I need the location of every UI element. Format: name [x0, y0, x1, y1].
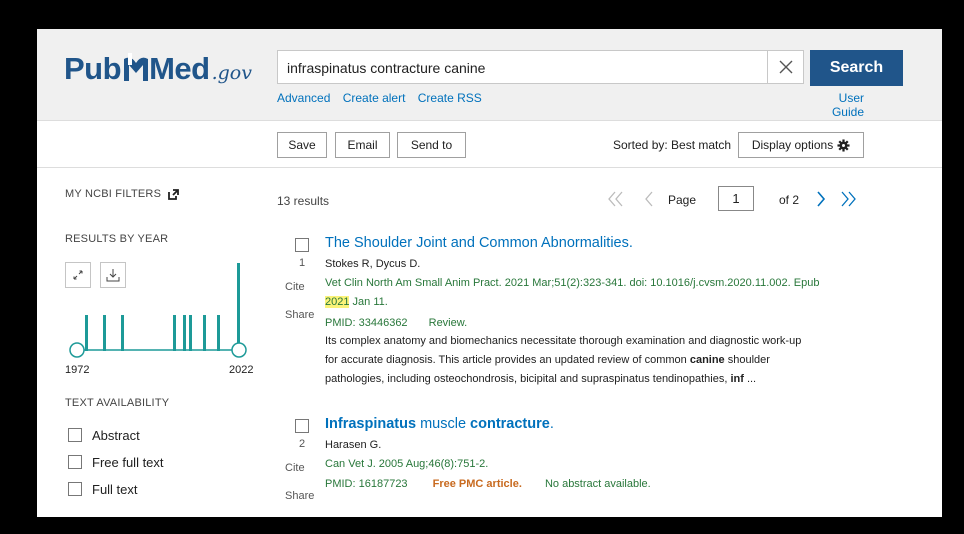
previous-page-icon[interactable] — [643, 190, 655, 208]
result-1-citation: Vet Clin North Am Small Anim Pract. 2021… — [325, 277, 820, 289]
results-toolbar: Save Email Send to Sorted by: Best match… — [37, 121, 942, 168]
display-options-button[interactable]: Display options — [738, 132, 864, 158]
email-button[interactable]: Email — [335, 132, 390, 158]
result-2-citation: Can Vet J. 2005 Aug;46(8):751-2. — [325, 458, 489, 470]
result-1-citation-date: Jan 11. — [349, 296, 388, 308]
header: Pub Med .gov infraspinatus contracture c… — [37, 29, 942, 121]
page-number-input[interactable]: 1 — [718, 186, 754, 211]
next-page-icon[interactable] — [815, 190, 827, 208]
search-bar: infraspinatus contracture canine Search — [277, 50, 903, 86]
clear-search-button[interactable] — [767, 50, 804, 84]
logo-gov: .gov — [211, 62, 252, 84]
gear-icon — [837, 138, 850, 152]
filter-free-full-text-label: Free full text — [92, 454, 164, 470]
my-ncbi-filters-label: MY NCBI FILTERS — [65, 188, 162, 200]
snippet-text: ... — [743, 373, 757, 385]
no-abstract-note: No abstract available. — [544, 478, 651, 490]
logo-pub: Pub — [64, 51, 122, 86]
title-text: . — [549, 416, 554, 432]
result-2-checkbox[interactable] — [295, 419, 309, 433]
filter-full-text-checkbox[interactable] — [68, 482, 82, 496]
result-1-type: Review. — [428, 317, 468, 329]
timeline-end-year: 2022 — [229, 364, 254, 376]
result-2-share-button[interactable]: Share — [285, 490, 314, 502]
result-2-pmid-line: PMID: 16187723 Free PMC article. No abst… — [325, 478, 651, 490]
search-links: Advanced Create alert Create RSS — [277, 91, 491, 105]
timeline-end-handle[interactable] — [231, 342, 247, 358]
display-options-label: Display options — [751, 138, 834, 152]
result-2-title[interactable]: Infraspinatus muscle contracture. — [325, 416, 554, 432]
result-1-snippet-line-3: pathologies, including osteochondrosis, … — [325, 370, 885, 389]
result-1-cite-button[interactable]: Cite — [285, 281, 305, 293]
result-1-citation-cont: 2021 Jan 11. — [325, 296, 388, 308]
results-by-year-timeline[interactable] — [65, 261, 255, 361]
result-2-cite-button[interactable]: Cite — [285, 462, 305, 474]
result-1-share-button[interactable]: Share — [285, 309, 314, 321]
result-2-pmid: PMID: 16187723 — [325, 478, 408, 490]
result-1-citation-highlight: 2021 — [325, 296, 350, 308]
logo-med: Med — [149, 51, 210, 86]
sort-label[interactable]: Sorted by: Best match — [613, 138, 731, 152]
logo-med-icon — [124, 53, 149, 81]
user-guide-link[interactable]: User Guide — [804, 91, 864, 119]
pubmed-logo[interactable]: Pub Med .gov — [64, 49, 252, 89]
create-alert-link[interactable]: Create alert — [343, 91, 406, 105]
filter-abstract-label: Abstract — [92, 427, 140, 443]
snippet-match: canine — [689, 354, 725, 366]
timeline-start-handle[interactable] — [69, 342, 85, 358]
title-match: Infraspinatus — [325, 416, 417, 432]
last-page-icon[interactable] — [839, 190, 857, 208]
title-text: muscle — [416, 416, 471, 432]
filter-abstract[interactable]: Abstract — [68, 427, 140, 443]
filter-full-text-label: Full text — [92, 481, 138, 497]
filter-free-full-text-checkbox[interactable] — [68, 455, 82, 469]
free-pmc-badge[interactable]: Free PMC article. — [433, 478, 522, 490]
create-rss-link[interactable]: Create RSS — [418, 91, 482, 105]
search-button[interactable]: Search — [810, 50, 903, 86]
filter-abstract-checkbox[interactable] — [68, 428, 82, 442]
filter-free-full-text[interactable]: Free full text — [68, 454, 164, 470]
result-1-pmid: PMID: 33446362 — [325, 317, 408, 329]
result-1-title[interactable]: The Shoulder Joint and Common Abnormalit… — [325, 235, 633, 251]
result-1-number: 1 — [298, 257, 306, 269]
result-2-number: 2 — [298, 438, 306, 450]
search-input[interactable]: infraspinatus contracture canine — [277, 50, 767, 84]
snippet-text: for accurate diagnosis. This article pro… — [325, 354, 690, 366]
result-1-checkbox[interactable] — [295, 238, 309, 252]
result-1-pmid-line: PMID: 33446362 Review. — [325, 317, 467, 329]
advanced-link[interactable]: Advanced — [277, 91, 330, 105]
timeline-start-year: 1972 — [65, 364, 90, 376]
first-page-icon[interactable] — [607, 190, 625, 208]
snippet-text: pathologies, including osteochondrosis, … — [325, 373, 731, 385]
close-icon — [779, 60, 792, 74]
pubmed-page: Pub Med .gov infraspinatus contracture c… — [37, 29, 942, 517]
send-to-button[interactable]: Send to — [397, 132, 466, 158]
result-1-snippet: Its complex anatomy and biomechanics nec… — [325, 332, 885, 389]
snippet-text: shoulder — [724, 354, 770, 366]
snippet-match: inf — [730, 373, 744, 385]
my-ncbi-filters[interactable]: MY NCBI FILTERS — [65, 188, 180, 200]
title-match: contracture — [470, 416, 550, 432]
save-button[interactable]: Save — [277, 132, 327, 158]
results-count: 13 results — [277, 194, 330, 208]
page-label: Page — [668, 193, 697, 207]
results-by-year-label: RESULTS BY YEAR — [65, 233, 169, 245]
page-total: of 2 — [779, 193, 800, 207]
result-1-snippet-line-2: for accurate diagnosis. This article pro… — [325, 351, 885, 370]
result-1-authors: Stokes R, Dycus D. — [325, 258, 421, 270]
result-1-snippet-line-1: Its complex anatomy and biomechanics nec… — [325, 335, 802, 347]
filter-full-text[interactable]: Full text — [68, 481, 138, 497]
text-availability-label: TEXT AVAILABILITY — [65, 397, 170, 409]
external-link-icon — [168, 188, 180, 200]
result-2-authors: Harasen G. — [325, 439, 382, 451]
pagination: Page 1 of 2 — [607, 186, 867, 212]
